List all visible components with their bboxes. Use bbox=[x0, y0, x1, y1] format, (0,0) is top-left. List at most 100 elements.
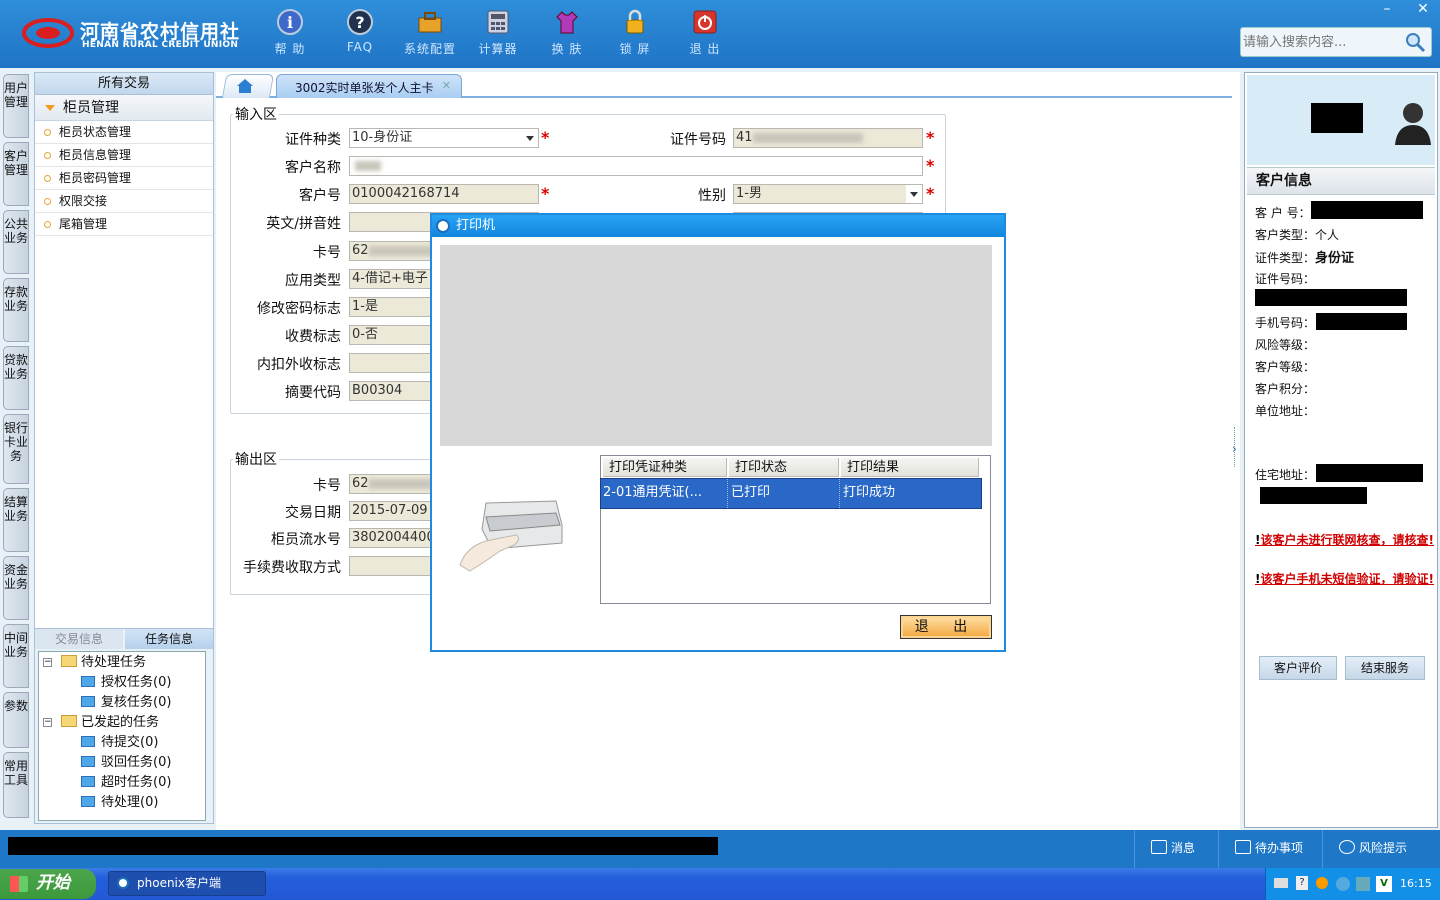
collapse-icon[interactable]: − bbox=[43, 658, 52, 667]
menu-item-teller-info[interactable]: 柜员信息管理 bbox=[35, 144, 213, 167]
deduct-flag-label: 内扣外收标志 bbox=[257, 357, 341, 373]
calculator-button[interactable]: 计算器 bbox=[463, 8, 533, 57]
vtab-common-tools[interactable]: 常用工具 bbox=[3, 752, 29, 818]
summary-code-label: 摘要代码 bbox=[285, 385, 341, 401]
id-number-field[interactable]: 41 bbox=[733, 128, 923, 148]
risk-alert-button[interactable]: 风险提示 bbox=[1322, 830, 1440, 868]
tree-node-to-submit[interactable]: 待提交(0) bbox=[81, 734, 158, 752]
start-label: 开始 bbox=[36, 873, 70, 893]
tab-close-icon[interactable]: ✕ bbox=[442, 79, 451, 92]
faq-button[interactable]: ? FAQ bbox=[325, 8, 395, 54]
messages-button[interactable]: 消息 bbox=[1134, 830, 1218, 868]
redacted-block bbox=[1260, 487, 1367, 504]
vtab-loan[interactable]: 贷款业务 bbox=[3, 346, 29, 410]
minimize-button[interactable]: – bbox=[1370, 0, 1404, 20]
help-button[interactable]: i 帮 助 bbox=[255, 8, 325, 57]
vtab-funds[interactable]: 资金业务 bbox=[3, 556, 29, 620]
menu-group-teller[interactable]: 柜员管理 bbox=[35, 95, 213, 121]
warning-text: 该客户未进行联网核查，请核查! bbox=[1260, 533, 1434, 547]
tab-task-info[interactable]: 任务信息 bbox=[125, 629, 213, 649]
tree-label: 已发起的任务 bbox=[81, 715, 160, 730]
tree-node-to-process[interactable]: 待处理(0) bbox=[81, 794, 158, 812]
bullet-icon bbox=[44, 198, 51, 205]
customer-number-field[interactable]: 0100042168714 bbox=[349, 184, 539, 204]
trade-date-value: 2015-07-09 bbox=[352, 503, 428, 518]
id-type-value: 10-身份证 bbox=[352, 130, 413, 145]
tree-node-pending[interactable]: − 待处理任务 bbox=[43, 654, 146, 672]
v-tray-icon[interactable]: V bbox=[1376, 876, 1392, 892]
vtab-customer-mgmt[interactable]: 客户管理 bbox=[3, 142, 29, 206]
table-row[interactable]: 2-01通用凭证(... 已打印 打印成功 bbox=[600, 478, 982, 509]
app-type-value: 4-借记+电子 bbox=[352, 271, 428, 286]
tab-title: 3002实时单张发个人主卡 bbox=[295, 81, 434, 95]
help-tray-icon[interactable]: ? bbox=[1296, 876, 1308, 890]
dialog-titlebar[interactable]: 打印机 bbox=[432, 215, 1004, 237]
search-icon[interactable] bbox=[1404, 31, 1426, 53]
chevron-down-icon[interactable] bbox=[522, 129, 538, 147]
vtab-user-mgmt[interactable]: 用户管理 bbox=[3, 74, 29, 138]
lock-screen-label: 锁 屏 bbox=[619, 42, 651, 56]
customer-info-title: 客户信息 bbox=[1247, 167, 1435, 195]
output-area-legend: 输出区 bbox=[235, 452, 277, 468]
info-icon: i bbox=[277, 9, 303, 35]
transaction-menu: 所有交易 柜员管理 柜员状态管理 柜员信息管理 柜员密码管理 权限交接 尾箱管理 bbox=[34, 72, 214, 630]
skin-button[interactable]: 换 肤 bbox=[532, 8, 602, 57]
tree-node-auth[interactable]: 授权任务(0) bbox=[81, 674, 171, 692]
tab-trade-info[interactable]: 交易信息 bbox=[35, 629, 123, 649]
alert-tray-icon[interactable] bbox=[1316, 877, 1328, 889]
id-type-label: 证件种类 bbox=[285, 132, 341, 148]
menu-item-teller-status[interactable]: 柜员状态管理 bbox=[35, 121, 213, 144]
tree-node-started[interactable]: − 已发起的任务 bbox=[43, 714, 160, 732]
menu-item-permission-handover[interactable]: 权限交接 bbox=[35, 190, 213, 213]
warning-network-check[interactable]: !该客户未进行联网核查，请核查! bbox=[1255, 531, 1435, 549]
menu-item-teller-password[interactable]: 柜员密码管理 bbox=[35, 167, 213, 190]
status-bar: 消息 待办事项 风险提示 bbox=[0, 830, 1440, 868]
collapse-icon[interactable]: − bbox=[43, 718, 52, 727]
id-type-select[interactable]: 10-身份证 bbox=[349, 128, 539, 148]
monitor-tray-icon[interactable] bbox=[1356, 877, 1370, 891]
table-cell: 已打印 bbox=[729, 479, 840, 508]
vtab-params[interactable]: 参数 bbox=[3, 692, 29, 748]
tab-card-issue[interactable]: 3002实时单张发个人主卡 ✕ bbox=[276, 74, 462, 98]
exit-app-button[interactable]: 退 出 bbox=[670, 8, 740, 57]
faq-label: FAQ bbox=[346, 40, 374, 54]
redacted-block bbox=[1316, 313, 1407, 330]
settings-button[interactable]: 系统配置 bbox=[395, 8, 465, 57]
chevron-down-icon[interactable] bbox=[906, 185, 922, 203]
vtab-settlement[interactable]: 结算业务 bbox=[3, 488, 29, 552]
taskbar-app-phoenix[interactable]: phoenix客户端 bbox=[108, 871, 266, 896]
keyboard-icon[interactable] bbox=[1274, 878, 1288, 888]
tree-node-timeout[interactable]: 超时任务(0) bbox=[81, 774, 171, 792]
home-icon[interactable] bbox=[236, 78, 254, 94]
start-button[interactable]: 开始 bbox=[0, 869, 96, 899]
network-tray-icon[interactable] bbox=[1336, 877, 1350, 891]
menu-item-tail-box[interactable]: 尾箱管理 bbox=[35, 213, 213, 236]
end-service-button[interactable]: 结束服务 bbox=[1345, 656, 1425, 680]
table-cell: 2-01通用凭证(... bbox=[601, 479, 728, 508]
fee-flag-value: 0-否 bbox=[352, 327, 378, 342]
exit-button[interactable]: 退 出 bbox=[900, 615, 992, 639]
todo-button[interactable]: 待办事项 bbox=[1218, 830, 1322, 868]
warning-sms-verify[interactable]: !该客户手机未短信验证，请验证! bbox=[1255, 570, 1435, 588]
close-window-button[interactable]: ✕ bbox=[1406, 0, 1440, 20]
blurred-value bbox=[355, 160, 381, 171]
table-cell: 打印成功 bbox=[843, 485, 896, 500]
tree-node-rejected[interactable]: 驳回任务(0) bbox=[81, 754, 171, 772]
folder-icon bbox=[81, 776, 95, 787]
app-icon bbox=[436, 219, 450, 233]
search-input[interactable] bbox=[1243, 32, 1403, 52]
gender-select[interactable]: 1-男 bbox=[733, 184, 923, 204]
svg-text:?: ? bbox=[355, 13, 364, 32]
vtab-intermediate[interactable]: 中间业务 bbox=[3, 624, 29, 688]
unit-address-label: 单位地址： bbox=[1255, 404, 1316, 418]
vtab-public-biz[interactable]: 公共业务 bbox=[3, 210, 29, 274]
todo-label: 待办事项 bbox=[1255, 841, 1304, 855]
customer-rating-button[interactable]: 客户评价 bbox=[1259, 656, 1337, 680]
lock-screen-button[interactable]: 锁 屏 bbox=[600, 8, 670, 57]
vtab-bankcard[interactable]: 银行卡业务 bbox=[3, 414, 29, 484]
customer-name-field[interactable] bbox=[349, 156, 923, 176]
expand-right-icon[interactable]: › bbox=[1232, 442, 1237, 456]
tree-node-review[interactable]: 复核任务(0) bbox=[81, 694, 171, 712]
customer-level-label: 客户等级： bbox=[1255, 360, 1316, 374]
vtab-deposit[interactable]: 存款业务 bbox=[3, 278, 29, 342]
